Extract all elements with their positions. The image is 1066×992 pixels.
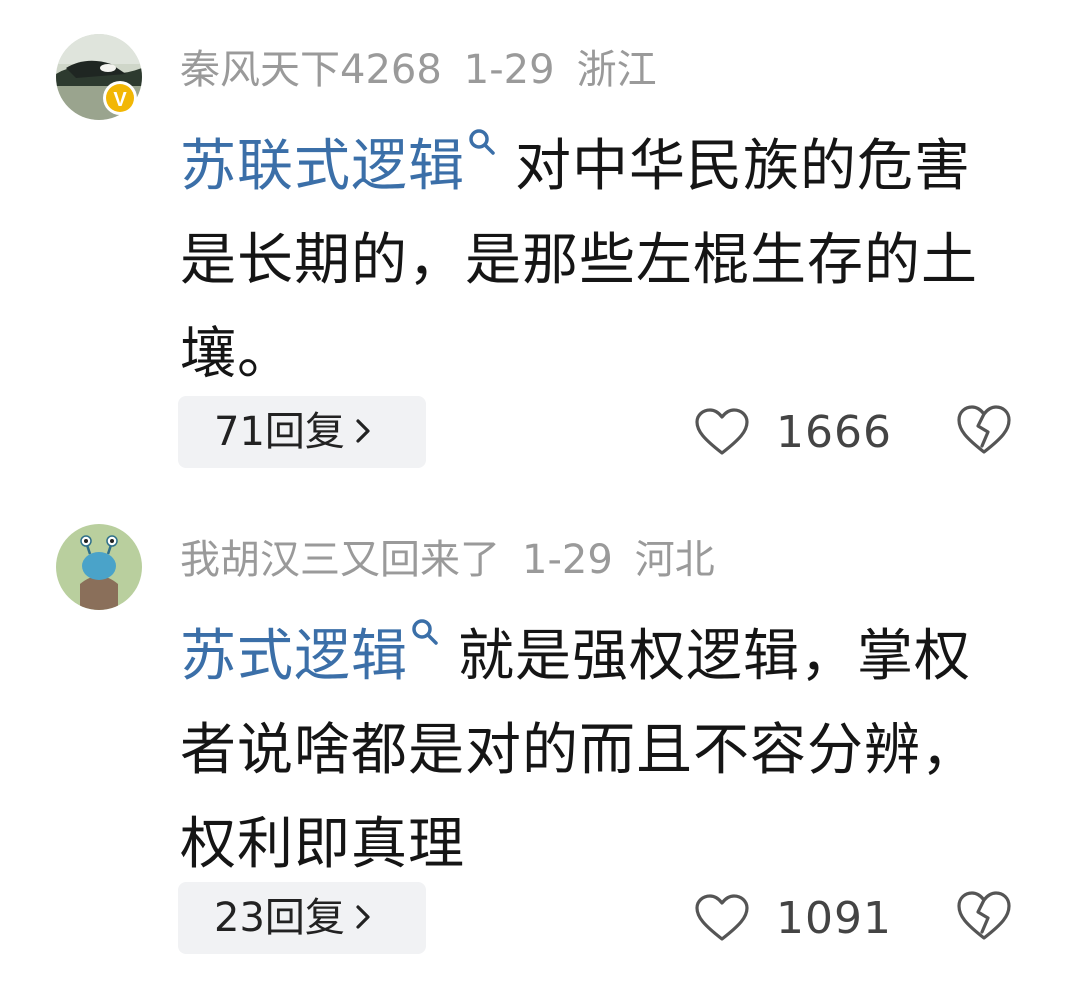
search-icon[interactable] <box>408 616 444 656</box>
like-count: 1091 <box>776 892 892 944</box>
comment-meta: 秦风天下4268 1-29 浙江 <box>180 42 679 98</box>
like-count: 1666 <box>776 406 892 458</box>
comment-location: 河北 <box>634 537 715 583</box>
username[interactable]: 秦风天下4268 <box>180 47 442 93</box>
search-icon[interactable] <box>465 126 501 166</box>
broken-heart-icon <box>957 405 1011 454</box>
comment-date: 1-29 <box>463 47 555 93</box>
avatar-image: V <box>56 34 142 120</box>
dislike-button[interactable] <box>956 402 1012 458</box>
comment-item: 我胡汉三又回来了 1-29 河北 苏式逻辑 就是强权逻辑，掌权者说啥都是对的而且不容分… <box>0 490 1066 992</box>
chevron-right-icon <box>356 419 370 443</box>
topic-link[interactable]: 苏联式逻辑 <box>180 134 465 199</box>
comment-meta: 我胡汉三又回来了 1-29 河北 <box>180 532 737 588</box>
topic-link[interactable]: 苏式逻辑 <box>180 624 408 689</box>
comment-item: V 秦风天下4268 1-29 浙江 苏联式逻辑 对中华民族的危害是长期的，是那些左棍… <box>0 0 1066 490</box>
replies-button[interactable]: 23回复 <box>178 882 426 954</box>
like-button[interactable]: 1091 <box>694 882 892 954</box>
heart-icon <box>695 894 749 941</box>
verified-badge-label: V <box>113 89 127 111</box>
comment-text: 苏式逻辑 就是强权逻辑，掌权者说啥都是对的而且不容分辨，权利即真理 <box>180 610 1010 892</box>
like-button[interactable]: 1666 <box>694 396 892 468</box>
comment-date: 1-29 <box>522 537 613 583</box>
username[interactable]: 我胡汉三又回来了 <box>180 537 500 583</box>
heart-icon <box>695 408 749 455</box>
comment-location: 浙江 <box>576 47 657 93</box>
replies-label: 71回复 <box>214 409 345 455</box>
chevron-right-icon <box>356 905 370 929</box>
replies-button[interactable]: 71回复 <box>178 396 426 468</box>
broken-heart-icon <box>957 891 1011 940</box>
avatar[interactable] <box>56 524 142 610</box>
dislike-button[interactable] <box>956 888 1012 944</box>
replies-label: 23回复 <box>214 895 345 941</box>
avatar[interactable]: V <box>56 34 142 120</box>
comment-text: 苏联式逻辑 对中华民族的危害是长期的，是那些左棍生存的土壤。 <box>180 120 1010 402</box>
avatar-image <box>56 524 142 610</box>
